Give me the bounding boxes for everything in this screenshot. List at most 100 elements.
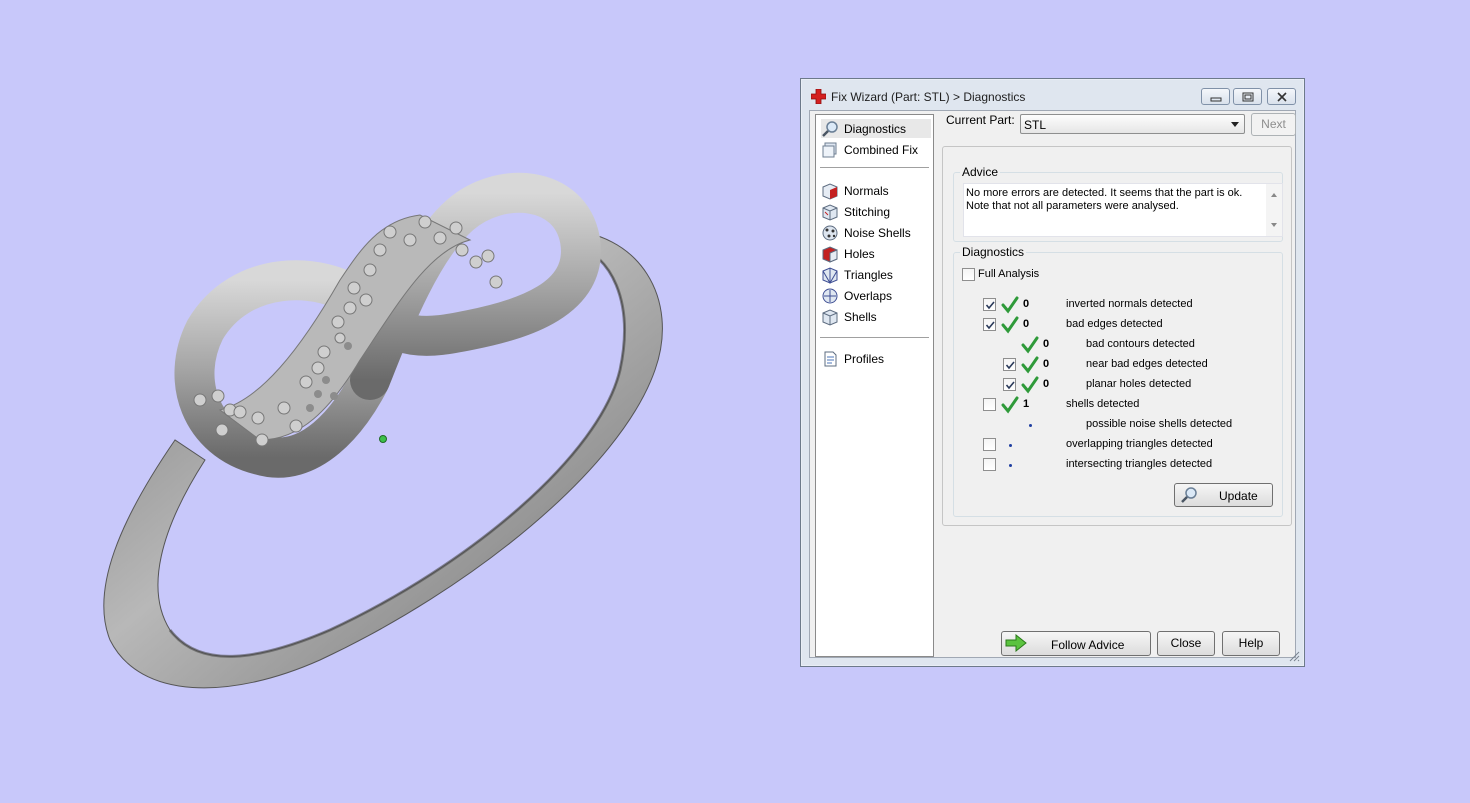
magnifier-icon (822, 121, 838, 137)
current-part-value: STL (1024, 118, 1047, 132)
diagnostic-count: 0 (1023, 298, 1030, 310)
diagnostic-label: shells detected (1066, 398, 1140, 410)
nav-item-stitching[interactable]: Stitching (821, 202, 931, 221)
green-check-icon (1001, 296, 1019, 314)
normals-cube-icon (822, 183, 838, 200)
noise-shells-icon (822, 225, 838, 241)
dialog-client: Diagnostics Combined Fix Normals Stitchi… (809, 110, 1296, 658)
wizard-main-panel: Advice No more errors are detected. It s… (942, 146, 1292, 526)
next-button[interactable]: Next (1251, 113, 1296, 136)
arrow-right-icon (1005, 634, 1027, 652)
scroll-down-icon[interactable] (1271, 223, 1277, 227)
follow-advice-label: Follow Advice (1051, 638, 1125, 652)
green-check-icon (1001, 316, 1019, 334)
full-analysis-checkbox[interactable] (962, 268, 975, 281)
nav-item-diagnostics[interactable]: Diagnostics (821, 119, 931, 138)
scroll-up-icon[interactable] (1271, 193, 1277, 197)
diagnostic-count: 0 (1043, 338, 1050, 350)
magnifier-icon (1181, 487, 1197, 503)
nav-item-profiles[interactable]: Profiles (821, 349, 931, 368)
close-button[interactable]: Close (1157, 631, 1215, 656)
diagnostic-row: 0 inverted normals detected (954, 296, 1274, 314)
diagnostic-count: 0 (1023, 318, 1030, 330)
update-button[interactable]: Update (1174, 483, 1273, 507)
diagnostic-count: 0 (1043, 358, 1050, 370)
diagnostic-checkbox[interactable] (1003, 378, 1016, 391)
nav-item-overlaps[interactable]: Overlaps (821, 286, 931, 305)
advice-scrollbar[interactable] (1266, 184, 1282, 236)
follow-advice-button[interactable]: Follow Advice (1001, 631, 1151, 656)
diagnostic-row: 0 near bad edges detected (954, 356, 1274, 374)
green-check-icon (1001, 396, 1019, 414)
diagnostic-label: possible noise shells detected (1086, 418, 1233, 430)
diagnostic-checkbox[interactable] (983, 398, 996, 411)
overlaps-icon (822, 288, 838, 304)
diagnostic-checkbox[interactable] (983, 458, 996, 471)
diagnostic-label: intersecting triangles detected (1066, 458, 1213, 470)
checkmark-icon (985, 301, 995, 310)
diagnostic-label: bad contours detected (1086, 338, 1195, 350)
green-check-icon (1021, 356, 1039, 374)
restore-button[interactable] (1233, 88, 1262, 105)
update-label: Update (1219, 489, 1258, 503)
diagnostic-row: 0 planar holes detected (954, 376, 1274, 394)
resize-grip-icon[interactable] (1288, 650, 1300, 662)
status-dot-icon (1029, 424, 1032, 427)
current-part-select[interactable]: STL (1020, 114, 1245, 134)
diagnostic-checkbox[interactable] (1003, 358, 1016, 371)
red-cross-icon (811, 89, 826, 104)
fix-wizard-dialog[interactable]: Fix Wizard (Part: STL) > Diagnostics Dia… (800, 78, 1305, 667)
nav-item-shells[interactable]: Shells (821, 307, 931, 326)
diagnostic-row: possible noise shells detected (954, 416, 1274, 434)
nav-item-normals[interactable]: Normals (821, 181, 931, 200)
advice-text: No more errors are detected. It seems th… (966, 187, 1243, 212)
diagnostic-label: near bad edges detected (1086, 358, 1208, 370)
current-part-label: Current Part: (946, 113, 1015, 127)
green-check-icon (1021, 336, 1039, 354)
advice-group: Advice No more errors are detected. It s… (953, 165, 1283, 242)
nav-item-noise-shells[interactable]: Noise Shells (821, 223, 931, 242)
chevron-down-icon (1231, 122, 1239, 127)
diagnostic-row: intersecting triangles detected (954, 456, 1274, 474)
nav-item-holes[interactable]: Holes (821, 244, 931, 263)
status-dot-icon (1009, 444, 1012, 447)
nav-item-combined-fix[interactable]: Combined Fix (821, 140, 931, 159)
combined-fix-icon (822, 142, 837, 158)
minimize-icon (1210, 97, 1222, 102)
wizard-nav-list[interactable]: Diagnostics Combined Fix Normals Stitchi… (815, 114, 934, 657)
checkmark-icon (1005, 381, 1015, 390)
diagnostic-row: 0 bad contours detected (954, 336, 1274, 354)
diagnostics-title: Diagnostics (960, 245, 1027, 259)
document-icon (824, 351, 837, 367)
nav-divider (820, 337, 929, 338)
close-window-button[interactable] (1267, 88, 1296, 105)
diagnostic-count: 1 (1023, 398, 1030, 410)
help-button[interactable]: Help (1222, 631, 1280, 656)
diagnostics-group: Diagnostics Full Analysis 0 inverted norm… (953, 245, 1283, 517)
diagnostic-label: planar holes detected (1086, 378, 1192, 390)
restore-icon (1242, 92, 1254, 102)
diagnostic-row: 1 shells detected (954, 396, 1274, 414)
green-check-icon (1021, 376, 1039, 394)
diagnostic-checkbox[interactable] (983, 438, 996, 451)
diagnostic-checkbox[interactable] (983, 298, 996, 311)
nav-item-triangles[interactable]: Triangles (821, 265, 931, 284)
title-bar[interactable]: Fix Wizard (Part: STL) > Diagnostics (801, 79, 1304, 111)
nav-divider (820, 167, 929, 168)
advice-title: Advice (960, 165, 1001, 179)
close-icon (1277, 92, 1287, 102)
status-dot-icon (1009, 464, 1012, 467)
diagnostic-label: bad edges detected (1066, 318, 1163, 330)
full-analysis-label: Full Analysis (978, 268, 1040, 280)
minimize-button[interactable] (1201, 88, 1230, 105)
window-title: Fix Wizard (Part: STL) > Diagnostics (831, 90, 1026, 104)
diagnostic-checkbox[interactable] (983, 318, 996, 331)
diagnostic-row: 0 bad edges detected (954, 316, 1274, 334)
shells-cube-icon (822, 309, 838, 326)
diagnostic-label: overlapping triangles detected (1066, 438, 1213, 450)
pivot-point-icon[interactable] (379, 435, 387, 443)
triangles-cube-icon (822, 267, 838, 284)
diagnostic-label: inverted normals detected (1066, 298, 1193, 310)
diagnostic-row: overlapping triangles detected (954, 436, 1274, 454)
advice-textbox[interactable]: No more errors are detected. It seems th… (963, 183, 1283, 237)
